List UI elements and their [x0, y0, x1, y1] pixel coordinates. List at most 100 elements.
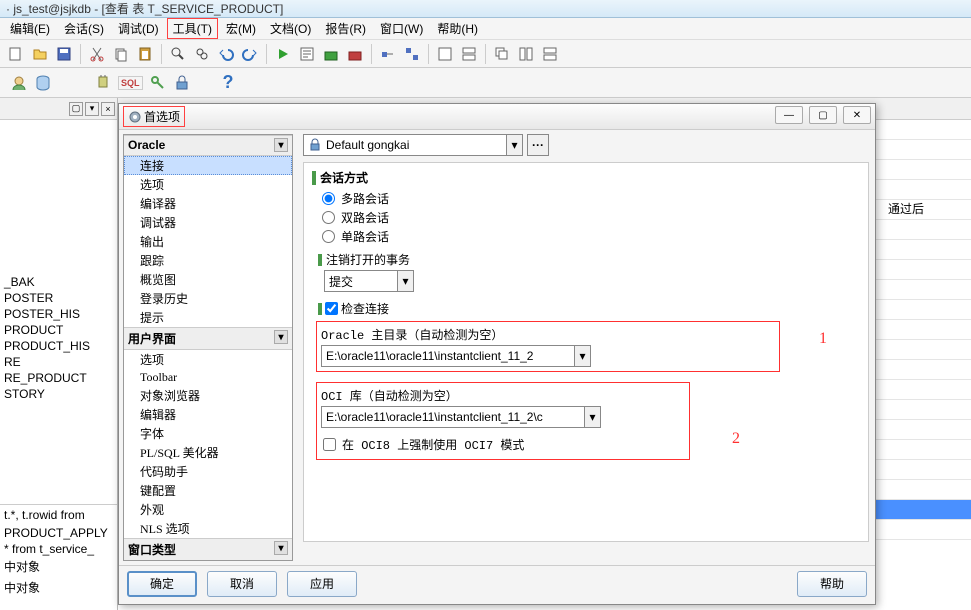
tile-v-icon[interactable]: [540, 44, 560, 64]
radio-single[interactable]: 单路会话: [322, 228, 860, 245]
chevron-down-icon[interactable]: ▾: [397, 271, 413, 291]
menu-edit[interactable]: 编辑(E): [4, 18, 56, 39]
window1-icon[interactable]: [435, 44, 455, 64]
window2-icon[interactable]: [459, 44, 479, 64]
help-button[interactable]: 帮助: [797, 571, 867, 597]
list-item[interactable]: RE: [2, 354, 115, 370]
radio-multi[interactable]: 多路会话: [322, 190, 860, 207]
logoff-dropdown[interactable]: 提交 ▾: [324, 270, 414, 292]
undo-icon[interactable]: [216, 44, 236, 64]
tree-item-connection[interactable]: 连接: [124, 156, 292, 175]
object-list-2[interactable]: _BAK POSTER POSTER_HIS PRODUCT PRODUCT_H…: [0, 270, 117, 404]
key-icon[interactable]: [149, 74, 167, 92]
tree-item-trace[interactable]: 跟踪: [124, 251, 292, 270]
tree-cat-oracle[interactable]: Oracle▾: [124, 135, 292, 156]
more-button[interactable]: ···: [527, 134, 549, 156]
profile-dropdown[interactable]: Default gongkai ▾: [303, 134, 523, 156]
list-item[interactable]: _BAK: [2, 274, 115, 290]
query-item[interactable]: PRODUCT_APPLY: [2, 525, 115, 541]
tree-item-logon[interactable]: 登录历史: [124, 289, 292, 308]
tile-h-icon[interactable]: [516, 44, 536, 64]
help-icon[interactable]: ?: [223, 72, 234, 93]
menu-tools[interactable]: 工具(T): [167, 18, 218, 39]
oracle-home-dropdown[interactable]: E:\oracle11\oracle11\instantclient_11_2 …: [321, 345, 591, 367]
step-into-icon[interactable]: [402, 44, 422, 64]
force-oci7-checkbox[interactable]: [323, 438, 336, 451]
category-tree[interactable]: Oracle▾ 连接 选项 编译器 调试器 输出 跟踪 概览图 登录历史 提示 …: [123, 134, 293, 561]
menu-help[interactable]: 帮助(H): [431, 18, 484, 39]
tree-cat-window[interactable]: 窗口类型▾: [124, 538, 292, 561]
copy-icon[interactable]: [111, 44, 131, 64]
menu-report[interactable]: 报告(R): [319, 18, 372, 39]
tree-item[interactable]: Toolbar: [124, 369, 292, 386]
open-icon[interactable]: [30, 44, 50, 64]
minimize-button[interactable]: —: [775, 106, 803, 124]
save-icon[interactable]: [54, 44, 74, 64]
query-item[interactable]: * from t_service_: [2, 541, 115, 557]
cascade-icon[interactable]: [492, 44, 512, 64]
db-icon[interactable]: [34, 74, 52, 92]
menu-session[interactable]: 会话(S): [58, 18, 110, 39]
cancel-button[interactable]: 取消: [207, 571, 277, 597]
oci-lib-dropdown[interactable]: E:\oracle11\oracle11\instantclient_11_2\…: [321, 406, 601, 428]
list-item[interactable]: RE_PRODUCT: [2, 370, 115, 386]
chevron-down-icon[interactable]: ▾: [274, 330, 288, 344]
radio-input[interactable]: [322, 192, 335, 205]
tree-item-hints[interactable]: 提示: [124, 308, 292, 327]
redo-icon[interactable]: [240, 44, 260, 64]
dialog-titlebar[interactable]: 首选项 — ▢ ✕: [119, 104, 875, 130]
pane-min-icon[interactable]: ▢: [69, 102, 83, 116]
tree-item-compiler[interactable]: 编译器: [124, 194, 292, 213]
pane-close-icon[interactable]: ×: [101, 102, 115, 116]
paste-icon[interactable]: [135, 44, 155, 64]
check-connection-row[interactable]: 检查连接: [318, 300, 860, 317]
apply-button[interactable]: 应用: [287, 571, 357, 597]
execute-icon[interactable]: [273, 44, 293, 64]
tree-item[interactable]: NLS 选项: [124, 519, 292, 538]
sql-icon[interactable]: SQL: [118, 76, 143, 90]
maximize-button[interactable]: ▢: [809, 106, 837, 124]
list-item[interactable]: POSTER_HIS: [2, 306, 115, 322]
tree-item-output[interactable]: 输出: [124, 232, 292, 251]
session-icon[interactable]: [10, 74, 28, 92]
radio-input[interactable]: [322, 230, 335, 243]
commit-icon[interactable]: [321, 44, 341, 64]
query-item[interactable]: 中对象: [2, 578, 115, 597]
menu-debug[interactable]: 调试(D): [112, 18, 165, 39]
step-icon[interactable]: [378, 44, 398, 64]
check-conn-checkbox[interactable]: [325, 302, 338, 315]
list-item[interactable]: POSTER: [2, 290, 115, 306]
chevron-down-icon[interactable]: ▾: [274, 541, 288, 555]
tree-item[interactable]: 对象浏览器: [124, 386, 292, 405]
menu-window[interactable]: 窗口(W): [374, 18, 429, 39]
lock-icon[interactable]: [173, 74, 191, 92]
pane-pin-icon[interactable]: ▾: [85, 102, 99, 116]
chevron-down-icon[interactable]: ▾: [274, 138, 288, 152]
menu-macro[interactable]: 宏(M): [220, 18, 262, 39]
object-list[interactable]: [0, 120, 117, 270]
tree-item-options[interactable]: 选项: [124, 175, 292, 194]
replace-icon[interactable]: [192, 44, 212, 64]
rollback-icon[interactable]: [345, 44, 365, 64]
force-oci7-row[interactable]: 在 OCI8 上强制使用 OCI7 模式: [323, 436, 685, 453]
explain-icon[interactable]: [297, 44, 317, 64]
list-item[interactable]: STORY: [2, 386, 115, 402]
query-item[interactable]: t.*, t.rowid from: [2, 507, 115, 523]
tree-item[interactable]: PL/SQL 美化器: [124, 443, 292, 462]
close-button[interactable]: ✕: [843, 106, 871, 124]
chevron-down-icon[interactable]: ▾: [584, 407, 600, 427]
query-item[interactable]: 中对象: [2, 557, 115, 576]
tree-item[interactable]: 选项: [124, 350, 292, 369]
tree-item[interactable]: 键配置: [124, 481, 292, 500]
tree-item[interactable]: 编辑器: [124, 405, 292, 424]
ok-button[interactable]: 确定: [127, 571, 197, 597]
tree-item[interactable]: 代码助手: [124, 462, 292, 481]
new-icon[interactable]: [6, 44, 26, 64]
tree-cat-ui[interactable]: 用户界面▾: [124, 327, 292, 350]
tree-item-debugger[interactable]: 调试器: [124, 213, 292, 232]
radio-input[interactable]: [322, 211, 335, 224]
list-item[interactable]: PRODUCT_HIS: [2, 338, 115, 354]
radio-dual[interactable]: 双路会话: [322, 209, 860, 226]
list-item[interactable]: PRODUCT: [2, 322, 115, 338]
tree-item-profiler[interactable]: 概览图: [124, 270, 292, 289]
